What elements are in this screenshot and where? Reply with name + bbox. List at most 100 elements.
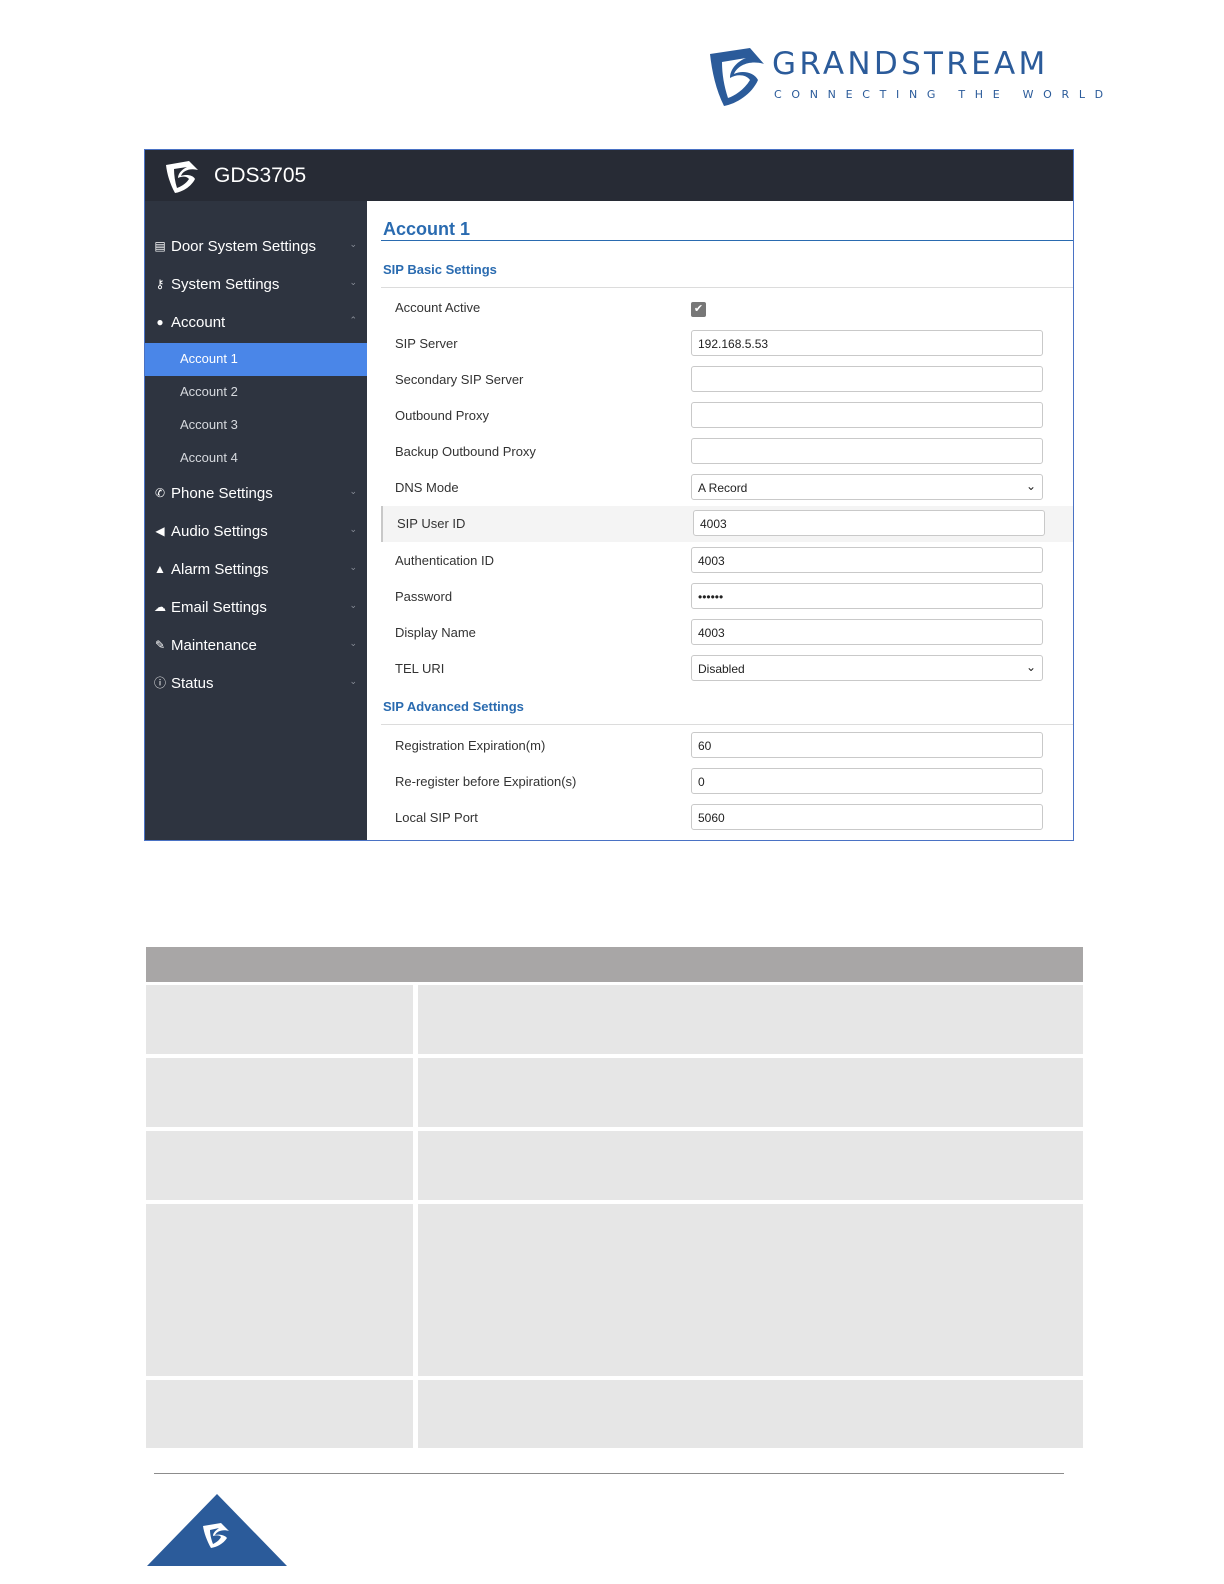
brand-name: GRANDSTREAM <box>772 46 1049 82</box>
secondary-sip-server-label: Secondary SIP Server <box>395 372 524 387</box>
speaker-icon: ◀ <box>155 524 165 538</box>
table-cell <box>418 985 1083 1054</box>
footer-logo-icon <box>147 1494 287 1566</box>
section-divider <box>381 724 1073 725</box>
sip-user-id-label: SIP User ID <box>397 516 466 531</box>
row-account-active: Account Active ✔ <box>381 290 1073 326</box>
sip-server-input[interactable]: 192.168.5.53 <box>691 330 1043 356</box>
sidebar-item-phone-settings[interactable]: ✆ Phone Settings ⌄ <box>145 477 367 511</box>
backup-outbound-proxy-input[interactable] <box>691 438 1043 464</box>
reregister-before-expiration-input[interactable]: 0 <box>691 768 1043 794</box>
sip-user-id-input[interactable]: 4003 <box>693 510 1045 536</box>
row-display-name: Display Name 4003 <box>381 615 1073 651</box>
chevron-down-icon: ⌄ <box>349 524 357 534</box>
row-local-sip-port: Local SIP Port 5060 <box>381 800 1073 836</box>
section-divider <box>381 287 1073 288</box>
authentication-id-label: Authentication ID <box>395 553 495 568</box>
dns-mode-select[interactable]: A Record ⌄ <box>691 474 1043 500</box>
main-content: Account 1 SIP Basic Settings Account Act… <box>367 201 1073 840</box>
cloud-icon: ☁ <box>154 600 166 614</box>
row-outbound-proxy: Outbound Proxy <box>381 398 1073 434</box>
chevron-down-icon: ⌄ <box>349 486 357 496</box>
local-sip-port-label: Local SIP Port <box>395 810 478 825</box>
grandstream-logo-icon <box>710 48 764 106</box>
row-tel-uri: TEL URI Disabled ⌄ <box>381 651 1073 687</box>
registration-expiration-label: Registration Expiration(m) <box>395 738 546 753</box>
table-cell <box>418 1204 1083 1376</box>
outbound-proxy-label: Outbound Proxy <box>395 408 489 423</box>
row-authentication-id: Authentication ID 4003 <box>381 543 1073 579</box>
password-input[interactable]: •••••• <box>691 583 1043 609</box>
table-cell <box>146 1380 413 1448</box>
account-active-checkbox[interactable]: ✔ <box>691 302 706 317</box>
chevron-down-icon: ⌄ <box>1025 660 1036 674</box>
outbound-proxy-input[interactable] <box>691 402 1043 428</box>
row-registration-expiration: Registration Expiration(m) 60 <box>381 728 1073 764</box>
row-backup-outbound-proxy: Backup Outbound Proxy <box>381 434 1073 470</box>
table-cell <box>146 1058 413 1127</box>
chevron-down-icon: ⌄ <box>349 239 357 249</box>
reregister-before-expiration-label: Re-register before Expiration(s) <box>395 774 577 789</box>
section-sip-basic-settings: SIP Basic Settings <box>383 262 497 277</box>
user-icon: ● <box>156 315 164 329</box>
backup-outbound-proxy-label: Backup Outbound Proxy <box>395 444 536 459</box>
table-cell <box>418 1131 1083 1200</box>
wrench-icon: ✎ <box>154 638 166 652</box>
chevron-down-icon: ⌄ <box>349 600 357 610</box>
chevron-down-icon: ⌄ <box>349 562 357 572</box>
chevron-up-icon: ⌃ <box>349 315 357 325</box>
tel-uri-value: Disabled <box>698 662 745 676</box>
app-logo-icon <box>166 161 198 193</box>
chevron-down-icon: ⌄ <box>349 638 357 648</box>
sidebar-item-account[interactable]: ● Account ⌃ <box>145 306 367 340</box>
password-label: Password <box>395 589 453 604</box>
table-cell <box>146 1204 413 1376</box>
row-sip-server: SIP Server 192.168.5.53 <box>381 326 1073 362</box>
table-cell <box>418 1380 1083 1448</box>
sidebar-item-alarm-settings[interactable]: ▲ Alarm Settings ⌄ <box>145 553 367 587</box>
page-title: Account 1 <box>383 219 471 239</box>
dns-mode-value: A Record <box>698 481 748 495</box>
row-password: Password •••••• <box>381 579 1073 615</box>
dns-mode-label: DNS Mode <box>395 480 459 495</box>
web-ui-screenshot: GDS3705 ▤ Door System Settings ⌄ ⚷ Syste… <box>144 149 1074 841</box>
sidebar-item-system-settings[interactable]: ⚷ System Settings ⌄ <box>145 268 367 302</box>
tel-uri-label: TEL URI <box>395 661 445 676</box>
app-title: GDS3705 <box>214 164 307 187</box>
table-cell <box>146 985 413 1054</box>
sidebar: ▤ Door System Settings ⌄ ⚷ System Settin… <box>145 201 367 840</box>
sidebar-item-email-settings[interactable]: ☁ Email Settings ⌄ <box>145 591 367 625</box>
sidebar-item-account-3[interactable]: Account 3 <box>145 409 367 442</box>
bell-icon: ▲ <box>154 562 166 576</box>
brand-tagline: CONNECTING THE WORLD <box>774 88 1113 101</box>
display-name-label: Display Name <box>395 625 476 640</box>
local-sip-port-input[interactable]: 5060 <box>691 804 1043 830</box>
chevron-down-icon: ⌄ <box>349 676 357 686</box>
authentication-id-input[interactable]: 4003 <box>691 547 1043 573</box>
footer-divider <box>154 1473 1064 1474</box>
sidebar-item-account-4[interactable]: Account 4 <box>145 442 367 475</box>
secondary-sip-server-input[interactable] <box>691 366 1043 392</box>
tel-uri-select[interactable]: Disabled ⌄ <box>691 655 1043 681</box>
sidebar-item-account-1[interactable]: Account 1 <box>145 343 367 376</box>
table-cell <box>146 1131 413 1200</box>
sidebar-item-audio-settings[interactable]: ◀ Audio Settings ⌄ <box>145 515 367 549</box>
sidebar-item-door-system-settings[interactable]: ▤ Door System Settings ⌄ <box>145 230 367 264</box>
registration-expiration-input[interactable]: 60 <box>691 732 1043 758</box>
row-dns-mode: DNS Mode A Record ⌄ <box>381 470 1073 506</box>
chevron-down-icon: ⌄ <box>349 277 357 287</box>
section-sip-advanced-settings: SIP Advanced Settings <box>383 699 524 714</box>
display-name-input[interactable]: 4003 <box>691 619 1043 645</box>
sidebar-item-status[interactable]: ⓘ Status ⌄ <box>145 667 367 701</box>
row-sip-user-id: SIP User ID 4003 <box>381 506 1073 542</box>
phone-icon: ✆ <box>154 486 166 500</box>
top-bar: GDS3705 <box>145 150 1073 201</box>
row-reregister-before-expiration: Re-register before Expiration(s) 0 <box>381 764 1073 800</box>
sidebar-item-account-2[interactable]: Account 2 <box>145 376 367 409</box>
title-divider <box>381 240 1073 241</box>
chevron-down-icon: ⌄ <box>1025 479 1036 493</box>
table-cell <box>418 1058 1083 1127</box>
sidebar-item-maintenance[interactable]: ✎ Maintenance ⌄ <box>145 629 367 663</box>
key-icon: ⚷ <box>155 277 165 291</box>
grandstream-logo: GRANDSTREAM CONNECTING THE WORLD <box>708 46 1103 108</box>
